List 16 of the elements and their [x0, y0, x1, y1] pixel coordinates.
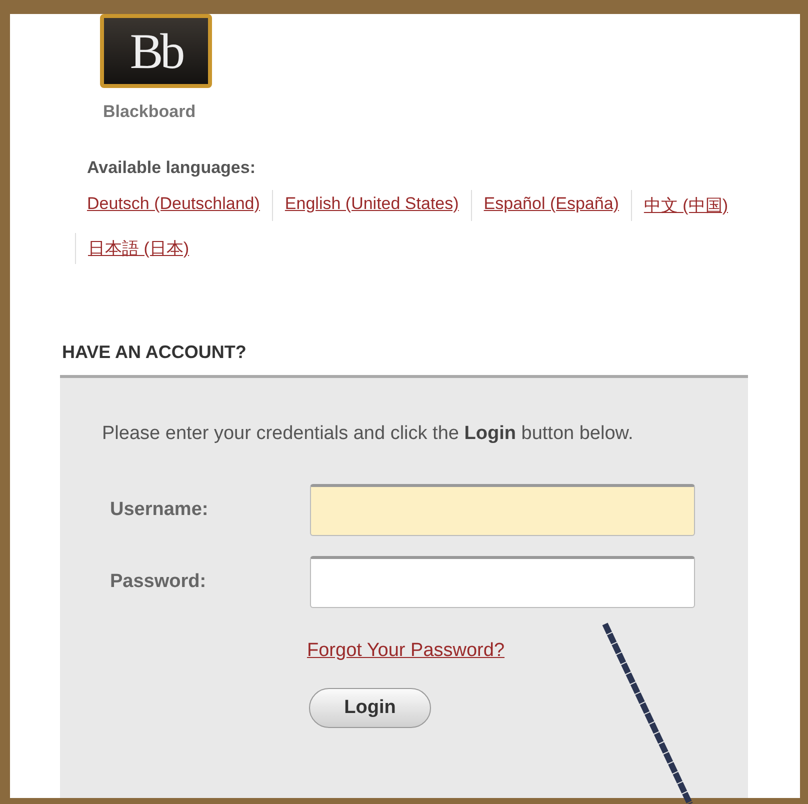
forgot-password-link[interactable]: Forgot Your Password? [307, 640, 505, 662]
languages-label: Available languages: [87, 158, 256, 178]
instructions-text: Please enter your credentials and click the Login button below. [102, 422, 634, 446]
language-link[interactable]: English (United States) [272, 190, 471, 221]
language-link[interactable]: Español (España) [470, 190, 631, 221]
language-link[interactable]: Deutsch (Deutschland) [75, 190, 272, 221]
logo-name: Blackboard [103, 102, 196, 122]
language-link[interactable]: 日本語 (日本) [75, 233, 202, 264]
input-field[interactable] [310, 556, 695, 608]
login-button[interactable]: Login [309, 688, 431, 728]
field-label: Username: [109, 499, 210, 521]
input-field[interactable] [310, 484, 695, 536]
logo: Bb [100, 14, 212, 88]
field-label: Password: [109, 571, 208, 593]
section-heading: HAVE AN ACCOUNT? [62, 342, 248, 363]
language-link[interactable]: 中文 (中国) [630, 190, 740, 221]
